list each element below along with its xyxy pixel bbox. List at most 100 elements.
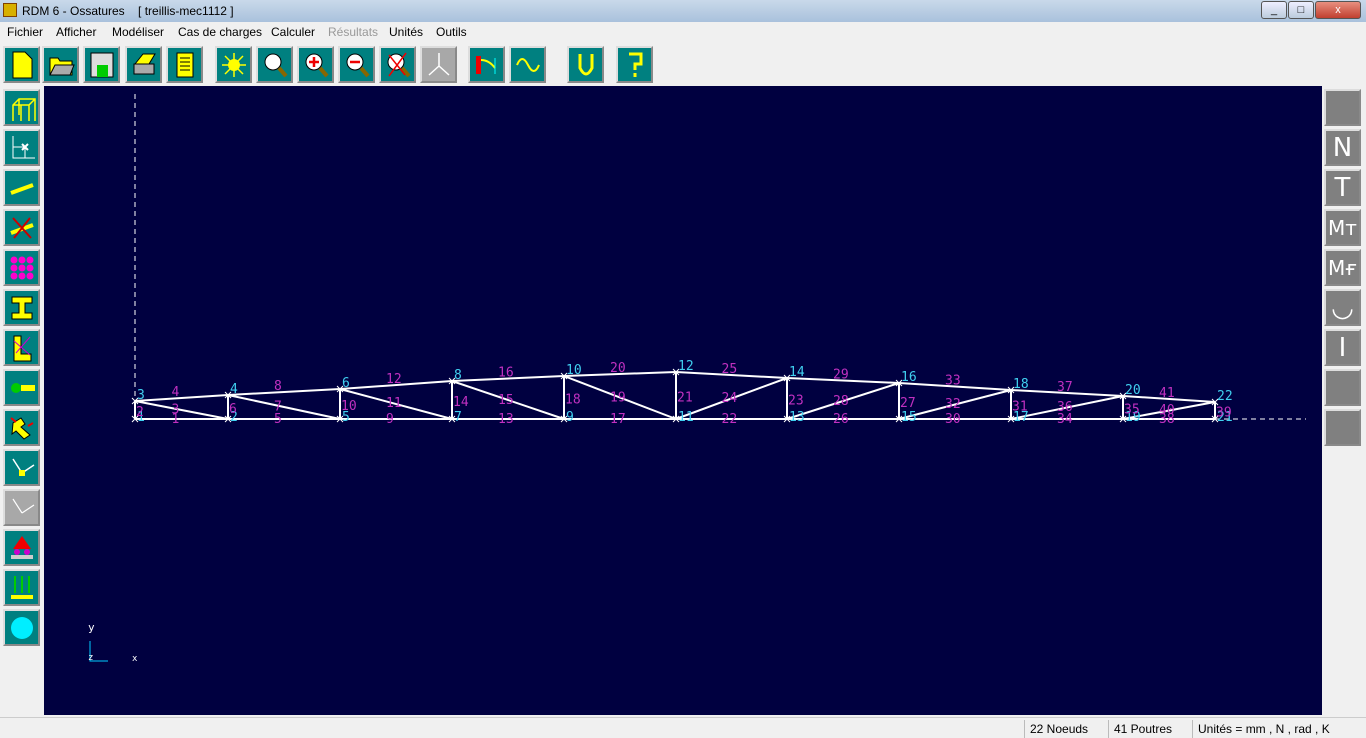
- document-title: [ treillis-mec1112 ]: [138, 4, 234, 18]
- beam-label: 9: [386, 412, 394, 427]
- axes-view-button[interactable]: [420, 46, 457, 83]
- units-button[interactable]: [567, 46, 604, 83]
- truss-beam[interactable]: [227, 394, 341, 420]
- beam-label: 27: [900, 396, 916, 411]
- beam-label: 29: [833, 368, 849, 383]
- pin-support-icon: [10, 535, 33, 559]
- beam-label: 11: [386, 396, 402, 411]
- node-label: 10: [566, 363, 582, 378]
- node-label: 4: [230, 382, 238, 397]
- sine-wave-icon: [515, 57, 540, 72]
- menu-unites[interactable]: Unités: [389, 25, 423, 39]
- beam-label: 15: [498, 393, 514, 408]
- beam-label: 36: [1057, 400, 1073, 415]
- menu-outils[interactable]: Outils: [436, 25, 467, 39]
- redraw-button[interactable]: [215, 46, 252, 83]
- beam-label: 28: [833, 394, 849, 409]
- axis-x-label: x: [132, 654, 138, 664]
- zoom-in-icon: [305, 53, 329, 77]
- delete-beam-button[interactable]: [3, 209, 40, 246]
- document-list-icon: [176, 52, 193, 77]
- stress-button[interactable]: ◡: [1324, 289, 1361, 326]
- menu-fichier[interactable]: Fichier: [7, 25, 43, 39]
- maximize-button[interactable]: □: [1288, 1, 1314, 19]
- deformed-button[interactable]: [468, 46, 505, 83]
- bending-moment-button[interactable]: Mғ: [1324, 249, 1361, 286]
- node-label: 12: [678, 359, 694, 374]
- beam-label: 24: [722, 391, 738, 406]
- zoom-in-button[interactable]: [297, 46, 334, 83]
- question-icon: [628, 52, 642, 77]
- report-button[interactable]: [166, 46, 203, 83]
- local-axes-button[interactable]: [3, 449, 40, 486]
- menu-calculer[interactable]: Calculer: [271, 25, 315, 39]
- truss-beam[interactable]: [227, 388, 341, 396]
- zoom-reset-button[interactable]: [379, 46, 416, 83]
- app-icon: [3, 3, 17, 17]
- beam-label: 2: [136, 405, 144, 420]
- sun-icon: [221, 52, 246, 77]
- nodes-button[interactable]: [3, 129, 40, 166]
- beam-label: 16: [498, 366, 514, 381]
- structure-button[interactable]: [3, 89, 40, 126]
- truss-beam[interactable]: [134, 400, 229, 420]
- drawing-canvas[interactable]: 1 4 3 5 8 7 9 12 11 13 16 15 17 20 19 22 25 24 26 29 28 30 33 3…: [44, 86, 1322, 715]
- status-bar: 22 Noeuds 41 Poutres Unités = mm , N , r…: [0, 717, 1366, 738]
- help-button[interactable]: [616, 46, 653, 83]
- result-button-blank-3[interactable]: [1324, 409, 1361, 446]
- beam-button[interactable]: [3, 169, 40, 206]
- truss-beam[interactable]: [134, 394, 229, 402]
- new-file-icon: [12, 51, 32, 78]
- menu-afficher[interactable]: Afficher: [56, 25, 96, 39]
- beam-label: 3: [172, 403, 180, 418]
- node-label: 6: [342, 376, 350, 391]
- open-file-button[interactable]: [42, 46, 79, 83]
- close-button[interactable]: x: [1315, 1, 1361, 19]
- u-icon: [578, 53, 593, 75]
- shear-force-button[interactable]: T: [1324, 169, 1361, 206]
- menu-resultats[interactable]: Résultats: [328, 25, 378, 39]
- mass-button[interactable]: [3, 609, 40, 646]
- node-label: 15: [901, 410, 917, 425]
- modes-button[interactable]: [509, 46, 546, 83]
- axes-3d-icon: [427, 52, 450, 76]
- beam-label: 6: [229, 402, 237, 417]
- local-axes-disabled-button[interactable]: [3, 489, 40, 526]
- supports-button[interactable]: [3, 529, 40, 566]
- section-result-button[interactable]: Ⅰ: [1324, 329, 1361, 366]
- beam-label: 7: [274, 400, 282, 415]
- result-button-blank[interactable]: [1324, 89, 1361, 126]
- beam-label: 37: [1057, 380, 1073, 395]
- save-button[interactable]: [83, 46, 120, 83]
- angle-section-button[interactable]: [3, 329, 40, 366]
- beam-label: 31: [1012, 400, 1028, 415]
- torsion-moment-button[interactable]: Mт: [1324, 209, 1361, 246]
- beam-label: 18: [565, 393, 581, 408]
- axis-z-label: z: [88, 653, 93, 663]
- result-button-blank-2[interactable]: [1324, 369, 1361, 406]
- zoom-button[interactable]: [256, 46, 293, 83]
- section-rotate-icon: [9, 416, 34, 440]
- l-section-icon: [13, 335, 31, 361]
- distributed-load-icon: [10, 575, 33, 599]
- print-button[interactable]: [125, 46, 162, 83]
- node-label: 13: [789, 410, 805, 425]
- node-label: 14: [789, 365, 805, 380]
- beam-label: 19: [610, 391, 626, 406]
- title-bar: RDM 6 - Ossatures [ treillis-mec1112 ] _…: [0, 0, 1366, 22]
- loads-button[interactable]: [3, 569, 40, 606]
- axis-triad: y z x: [88, 621, 138, 664]
- menu-cas-de-charges[interactable]: Cas de charges: [178, 25, 262, 39]
- normal-force-button[interactable]: N: [1324, 129, 1361, 166]
- zoom-out-button[interactable]: [338, 46, 375, 83]
- minimize-button[interactable]: _: [1261, 1, 1287, 19]
- floppy-icon: [90, 52, 113, 77]
- section-button[interactable]: [3, 289, 40, 326]
- release-button[interactable]: [3, 369, 40, 406]
- support-button[interactable]: [3, 409, 40, 446]
- node-label: 22: [1217, 389, 1233, 404]
- menu-modeliser[interactable]: Modéliser: [112, 25, 164, 39]
- material-button[interactable]: [3, 249, 40, 286]
- beam-label: 25: [722, 362, 738, 377]
- new-file-button[interactable]: [3, 46, 40, 83]
